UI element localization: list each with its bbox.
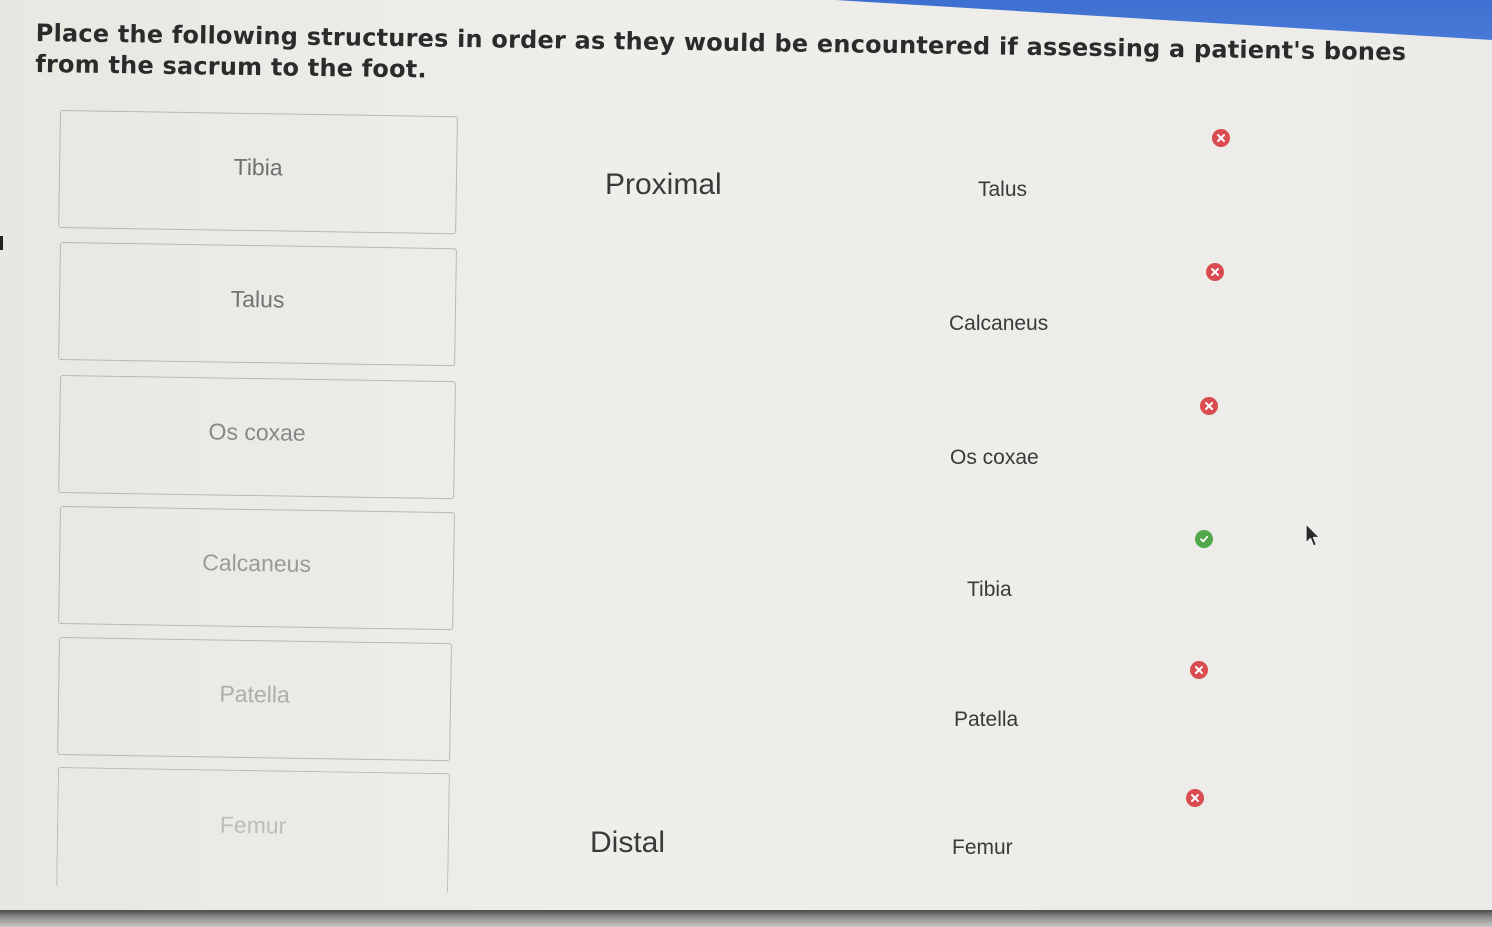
answer-slot-6[interactable]: Femur [952, 836, 1013, 860]
choice-label: Os coxae [208, 417, 306, 446]
choice-patella[interactable]: Patella [57, 637, 452, 762]
left-edge-marker [0, 236, 3, 250]
screen-bottom-bezel [0, 910, 1492, 927]
choice-calcaneus[interactable]: Calcaneus [58, 506, 455, 631]
proximal-label: Proximal [605, 168, 722, 201]
choice-os-coxae[interactable]: Os coxae [58, 375, 456, 500]
correct-check-icon [1195, 530, 1213, 548]
choice-label: Calcaneus [202, 548, 312, 577]
answer-slot-1[interactable]: Talus [978, 178, 1027, 202]
choice-label: Patella [219, 680, 290, 708]
choice-label: Talus [230, 285, 285, 313]
answer-slot-2[interactable]: Calcaneus [949, 312, 1048, 336]
choice-talus[interactable]: Talus [58, 242, 457, 367]
choice-label: Tibia [233, 153, 283, 181]
incorrect-icon [1200, 397, 1218, 415]
answer-slot-5[interactable]: Patella [954, 708, 1018, 732]
answer-slot-3[interactable]: Os coxae [950, 446, 1039, 470]
answer-slot-4[interactable]: Tibia [967, 578, 1012, 602]
incorrect-icon [1186, 789, 1204, 807]
choice-label: Femur [219, 811, 287, 839]
choice-femur[interactable]: Femur [56, 767, 450, 894]
incorrect-icon [1206, 263, 1224, 281]
incorrect-icon [1190, 661, 1208, 679]
choice-tibia[interactable]: Tibia [58, 110, 458, 235]
mouse-pointer-icon [1304, 523, 1322, 554]
distal-label: Distal [590, 826, 666, 859]
incorrect-icon [1212, 129, 1230, 147]
